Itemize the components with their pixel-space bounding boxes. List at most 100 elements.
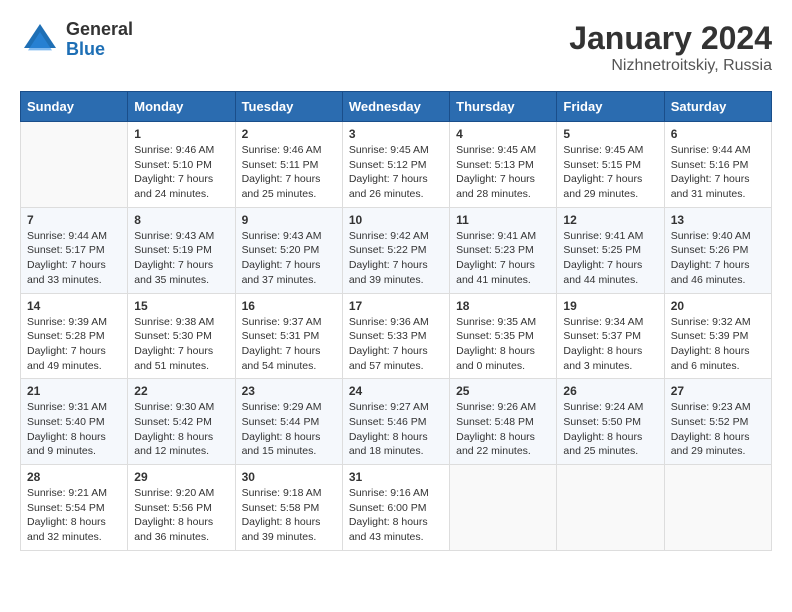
day-info: Sunrise: 9:34 AM Sunset: 5:37 PM Dayligh… [563, 315, 657, 374]
day-info: Sunrise: 9:42 AM Sunset: 5:22 PM Dayligh… [349, 229, 443, 288]
sunset-text: Sunset: 5:33 PM [349, 330, 427, 342]
sunrise-text: Sunrise: 9:26 AM [456, 401, 536, 413]
day-info: Sunrise: 9:41 AM Sunset: 5:23 PM Dayligh… [456, 229, 550, 288]
day-number: 28 [27, 470, 121, 484]
day-info: Sunrise: 9:45 AM Sunset: 5:13 PM Dayligh… [456, 143, 550, 202]
daylight-text: Daylight: 7 hours and 46 minutes. [671, 259, 750, 286]
calendar-day-cell: 28 Sunrise: 9:21 AM Sunset: 5:54 PM Dayl… [21, 465, 128, 551]
weekday-header: Wednesday [342, 92, 449, 122]
sunrise-text: Sunrise: 9:16 AM [349, 487, 429, 499]
calendar-header-row: SundayMondayTuesdayWednesdayThursdayFrid… [21, 92, 772, 122]
sunset-text: Sunset: 5:50 PM [563, 416, 641, 428]
calendar-day-cell: 12 Sunrise: 9:41 AM Sunset: 5:25 PM Dayl… [557, 207, 664, 293]
day-info: Sunrise: 9:24 AM Sunset: 5:50 PM Dayligh… [563, 400, 657, 459]
daylight-text: Daylight: 7 hours and 33 minutes. [27, 259, 106, 286]
calendar-day-cell: 31 Sunrise: 9:16 AM Sunset: 6:00 PM Dayl… [342, 465, 449, 551]
sunrise-text: Sunrise: 9:38 AM [134, 316, 214, 328]
day-number: 15 [134, 299, 228, 313]
sunset-text: Sunset: 5:19 PM [134, 244, 212, 256]
sunset-text: Sunset: 5:23 PM [456, 244, 534, 256]
calendar-day-cell: 17 Sunrise: 9:36 AM Sunset: 5:33 PM Dayl… [342, 293, 449, 379]
daylight-text: Daylight: 7 hours and 44 minutes. [563, 259, 642, 286]
calendar-day-cell: 1 Sunrise: 9:46 AM Sunset: 5:10 PM Dayli… [128, 122, 235, 208]
calendar-day-cell: 30 Sunrise: 9:18 AM Sunset: 5:58 PM Dayl… [235, 465, 342, 551]
calendar-day-cell: 9 Sunrise: 9:43 AM Sunset: 5:20 PM Dayli… [235, 207, 342, 293]
day-info: Sunrise: 9:16 AM Sunset: 6:00 PM Dayligh… [349, 486, 443, 545]
day-number: 10 [349, 213, 443, 227]
weekday-header: Sunday [21, 92, 128, 122]
sunrise-text: Sunrise: 9:20 AM [134, 487, 214, 499]
sunset-text: Sunset: 5:10 PM [134, 159, 212, 171]
day-info: Sunrise: 9:35 AM Sunset: 5:35 PM Dayligh… [456, 315, 550, 374]
daylight-text: Daylight: 7 hours and 24 minutes. [134, 173, 213, 200]
day-number: 25 [456, 384, 550, 398]
sunrise-text: Sunrise: 9:32 AM [671, 316, 751, 328]
sunset-text: Sunset: 5:15 PM [563, 159, 641, 171]
sunrise-text: Sunrise: 9:43 AM [242, 230, 322, 242]
sunrise-text: Sunrise: 9:42 AM [349, 230, 429, 242]
weekday-header: Friday [557, 92, 664, 122]
day-number: 4 [456, 127, 550, 141]
daylight-text: Daylight: 7 hours and 26 minutes. [349, 173, 428, 200]
logo-text: General Blue [66, 20, 133, 60]
sunset-text: Sunset: 5:11 PM [242, 159, 319, 171]
logo-icon [20, 20, 60, 60]
sunrise-text: Sunrise: 9:31 AM [27, 401, 107, 413]
sunset-text: Sunset: 5:46 PM [349, 416, 427, 428]
sunrise-text: Sunrise: 9:35 AM [456, 316, 536, 328]
sunset-text: Sunset: 5:54 PM [27, 502, 105, 514]
weekday-header: Thursday [450, 92, 557, 122]
daylight-text: Daylight: 7 hours and 37 minutes. [242, 259, 321, 286]
sunset-text: Sunset: 5:37 PM [563, 330, 641, 342]
calendar-day-cell: 19 Sunrise: 9:34 AM Sunset: 5:37 PM Dayl… [557, 293, 664, 379]
sunrise-text: Sunrise: 9:41 AM [456, 230, 536, 242]
sunset-text: Sunset: 5:52 PM [671, 416, 749, 428]
day-number: 2 [242, 127, 336, 141]
sunset-text: Sunset: 5:42 PM [134, 416, 212, 428]
sunrise-text: Sunrise: 9:45 AM [563, 144, 643, 156]
day-number: 30 [242, 470, 336, 484]
day-number: 11 [456, 213, 550, 227]
daylight-text: Daylight: 8 hours and 12 minutes. [134, 431, 213, 458]
daylight-text: Daylight: 8 hours and 9 minutes. [27, 431, 106, 458]
sunrise-text: Sunrise: 9:24 AM [563, 401, 643, 413]
day-number: 16 [242, 299, 336, 313]
sunset-text: Sunset: 5:13 PM [456, 159, 534, 171]
daylight-text: Daylight: 7 hours and 28 minutes. [456, 173, 535, 200]
daylight-text: Daylight: 7 hours and 39 minutes. [349, 259, 428, 286]
calendar-day-cell: 21 Sunrise: 9:31 AM Sunset: 5:40 PM Dayl… [21, 379, 128, 465]
sunset-text: Sunset: 5:28 PM [27, 330, 105, 342]
day-info: Sunrise: 9:38 AM Sunset: 5:30 PM Dayligh… [134, 315, 228, 374]
day-number: 13 [671, 213, 765, 227]
daylight-text: Daylight: 8 hours and 22 minutes. [456, 431, 535, 458]
calendar-day-cell: 6 Sunrise: 9:44 AM Sunset: 5:16 PM Dayli… [664, 122, 771, 208]
sunrise-text: Sunrise: 9:36 AM [349, 316, 429, 328]
day-info: Sunrise: 9:27 AM Sunset: 5:46 PM Dayligh… [349, 400, 443, 459]
calendar-day-cell: 27 Sunrise: 9:23 AM Sunset: 5:52 PM Dayl… [664, 379, 771, 465]
calendar-day-cell: 15 Sunrise: 9:38 AM Sunset: 5:30 PM Dayl… [128, 293, 235, 379]
day-info: Sunrise: 9:44 AM Sunset: 5:16 PM Dayligh… [671, 143, 765, 202]
sunset-text: Sunset: 5:40 PM [27, 416, 105, 428]
logo: General Blue [20, 20, 133, 60]
calendar-day-cell: 18 Sunrise: 9:35 AM Sunset: 5:35 PM Dayl… [450, 293, 557, 379]
day-info: Sunrise: 9:29 AM Sunset: 5:44 PM Dayligh… [242, 400, 336, 459]
sunset-text: Sunset: 5:30 PM [134, 330, 212, 342]
daylight-text: Daylight: 8 hours and 43 minutes. [349, 516, 428, 543]
daylight-text: Daylight: 7 hours and 54 minutes. [242, 345, 321, 372]
calendar-day-cell: 26 Sunrise: 9:24 AM Sunset: 5:50 PM Dayl… [557, 379, 664, 465]
calendar-day-cell: 25 Sunrise: 9:26 AM Sunset: 5:48 PM Dayl… [450, 379, 557, 465]
day-number: 20 [671, 299, 765, 313]
daylight-text: Daylight: 8 hours and 6 minutes. [671, 345, 750, 372]
daylight-text: Daylight: 8 hours and 0 minutes. [456, 345, 535, 372]
calendar-day-cell: 10 Sunrise: 9:42 AM Sunset: 5:22 PM Dayl… [342, 207, 449, 293]
sunrise-text: Sunrise: 9:18 AM [242, 487, 322, 499]
day-number: 22 [134, 384, 228, 398]
day-number: 27 [671, 384, 765, 398]
day-info: Sunrise: 9:43 AM Sunset: 5:20 PM Dayligh… [242, 229, 336, 288]
day-info: Sunrise: 9:40 AM Sunset: 5:26 PM Dayligh… [671, 229, 765, 288]
day-number: 21 [27, 384, 121, 398]
sunrise-text: Sunrise: 9:34 AM [563, 316, 643, 328]
sunrise-text: Sunrise: 9:40 AM [671, 230, 751, 242]
sunrise-text: Sunrise: 9:29 AM [242, 401, 322, 413]
calendar-day-cell: 23 Sunrise: 9:29 AM Sunset: 5:44 PM Dayl… [235, 379, 342, 465]
